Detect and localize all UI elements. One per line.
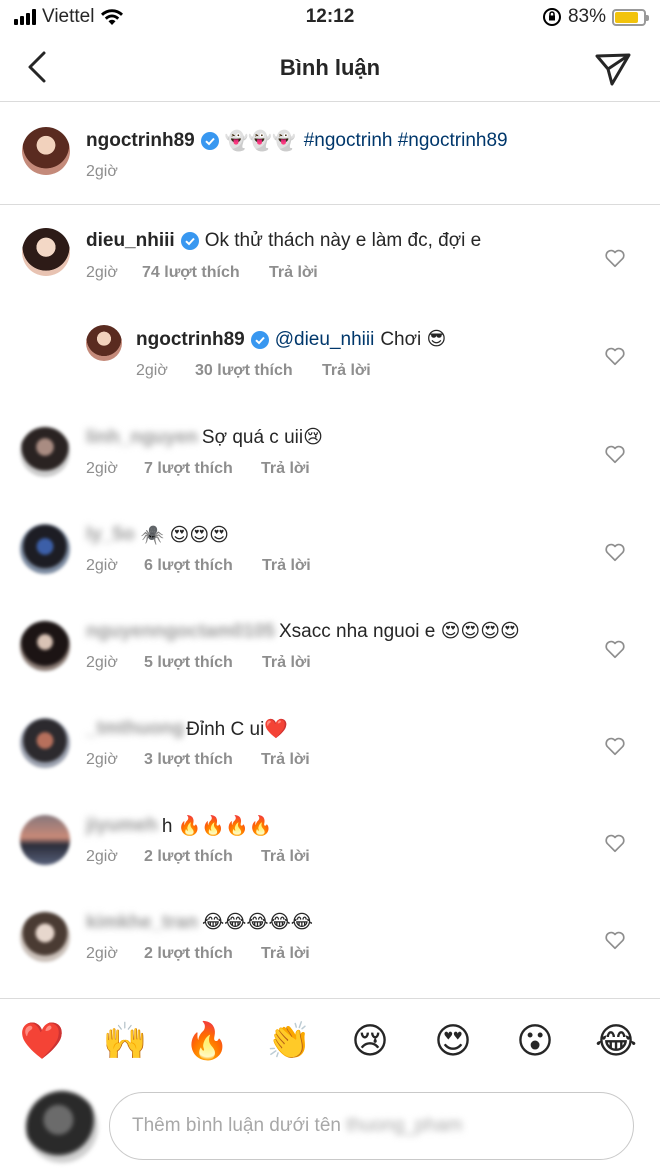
avatar[interactable] (22, 127, 70, 175)
current-user-avatar (26, 1091, 98, 1163)
heart-outline-icon[interactable] (604, 443, 626, 465)
emoji-heart-eyes-button[interactable]: 😍 (430, 1021, 476, 1061)
reply-button[interactable]: Trả lời (262, 557, 311, 575)
battery-percent: 83% (567, 6, 606, 27)
heart-outline-icon[interactable] (604, 345, 626, 367)
avatar[interactable] (20, 718, 70, 768)
comment-likes[interactable]: 3 lượt thích (144, 751, 261, 769)
comment-text: Chơi 😎 (380, 329, 447, 350)
placeholder-username: thuong_pham (346, 1115, 463, 1136)
comment-text: 😂😂😂😂😂 (201, 912, 313, 933)
comment-username[interactable]: _tmthuong (86, 718, 184, 740)
emoji-heart-button[interactable]: ❤️ (19, 1021, 65, 1061)
avatar[interactable] (20, 524, 70, 574)
avatar[interactable] (20, 427, 70, 477)
reply-button[interactable]: Trả lời (261, 945, 310, 963)
heart-outline-icon[interactable] (604, 638, 626, 660)
reply-button[interactable]: Trả lời (322, 362, 371, 380)
reply-button[interactable]: Trả lời (261, 848, 310, 866)
caption-time: 2giờ (86, 163, 118, 180)
header: Bình luận (0, 36, 660, 102)
comment-text: Xsacc nha nguoi e 😍😍😍😍 (279, 621, 520, 642)
comment-text: 🕷️ 😍😍😍 (140, 525, 229, 546)
comment-likes[interactable]: 30 lượt thích (195, 362, 322, 380)
comment-time: 2giờ (86, 557, 118, 574)
comment-time: 2giờ (136, 362, 168, 379)
comment-input-placeholder: Thêm bình luận dưới tên (132, 1115, 341, 1136)
comment-text: Đỉnh C ui❤️ (186, 719, 288, 740)
avatar[interactable] (20, 815, 70, 865)
comment-username[interactable]: linh_nguyen (86, 427, 198, 449)
emoji-clap-button[interactable]: 👏 (266, 1021, 312, 1061)
avatar[interactable] (20, 912, 70, 962)
comment-time: 2giờ (86, 654, 118, 671)
emoji-laugh-button[interactable]: 😂 (593, 1021, 639, 1061)
verified-badge-icon (250, 330, 269, 349)
comment-username[interactable]: ngoctrinh89 (136, 329, 245, 351)
comment-likes[interactable]: 2 lượt thích (144, 848, 261, 866)
battery-icon (612, 8, 649, 26)
comment-likes[interactable]: 5 lượt thích (144, 654, 262, 672)
comment-composer: Thêm bình luận dưới tên thuong_pham (0, 1086, 660, 1173)
page-title: Bình luận (279, 55, 381, 80)
emoji-fire-button[interactable]: 🔥 (184, 1021, 230, 1061)
comment-likes[interactable]: 7 lượt thích (144, 460, 261, 478)
emoji-raised-hands-button[interactable]: 🙌 (102, 1021, 148, 1061)
comment-time: 2giờ (86, 848, 118, 865)
reply-button[interactable]: Trả lời (261, 751, 310, 769)
reply-button[interactable]: Trả lời (262, 654, 311, 672)
heart-outline-icon[interactable] (604, 735, 626, 757)
status-bar: Viettel 12:12 83% (0, 0, 660, 36)
heart-outline-icon[interactable] (604, 832, 626, 854)
comment-username[interactable]: nguyenngoctam0105 (86, 621, 275, 643)
comment-time: 2giờ (86, 264, 118, 281)
comment-likes[interactable]: 6 lượt thích (144, 557, 262, 575)
comment-time: 2giờ (86, 945, 118, 962)
comment-text: Ok thử thách này e làm đc, đợi e (204, 230, 482, 251)
caption-username[interactable]: ngoctrinh89 (86, 130, 195, 152)
direct-send-icon[interactable] (594, 50, 632, 88)
heart-outline-icon[interactable] (604, 541, 626, 563)
avatar[interactable] (86, 325, 122, 361)
emoji-surprised-button[interactable]: 😮 (512, 1021, 558, 1061)
caption-hashtags[interactable]: #ngoctrinh #ngoctrinh89 (304, 130, 508, 152)
comment-time: 2giờ (86, 751, 118, 768)
verified-badge-icon (180, 232, 199, 250)
comment-input[interactable]: Thêm bình luận dưới tên thuong_pham (109, 1092, 634, 1160)
heart-outline-icon[interactable] (604, 929, 626, 951)
comment-likes[interactable]: 2 lượt thích (144, 945, 261, 963)
comment-mention[interactable]: @dieu_nhiii (275, 329, 375, 351)
comment-text: h 🔥🔥🔥🔥 (161, 816, 273, 837)
emoji-cry-button[interactable]: 😢 (347, 1021, 393, 1061)
post-caption: ngoctrinh89 👻👻👻 #ngoctrinh #ngoctrinh89 … (0, 103, 660, 205)
comment-username[interactable]: dieu_nhiii (86, 230, 175, 252)
quick-emoji-bar: ❤️ 🙌 🔥 👏 😢 😍 😮 😂 (0, 998, 660, 1086)
avatar[interactable] (20, 621, 70, 671)
comment-text: Sợ quá c uii😢 (201, 427, 323, 448)
verified-badge-icon (200, 132, 219, 150)
reply-button[interactable]: Trả lời (269, 264, 318, 282)
comment-username[interactable]: jiyumeh (86, 815, 158, 837)
comment-username[interactable]: kimkhe_tran (86, 912, 198, 934)
avatar[interactable] (22, 228, 70, 276)
comment-username[interactable]: ly_5o (86, 524, 135, 546)
comment-time: 2giờ (86, 460, 118, 477)
comment-likes[interactable]: 74 lượt thích (142, 264, 269, 282)
orientation-lock-icon (542, 8, 561, 26)
reply-button[interactable]: Trả lời (261, 460, 310, 478)
heart-outline-icon[interactable] (604, 247, 626, 269)
caption-ghost-emoji: 👻👻👻 (224, 131, 296, 152)
